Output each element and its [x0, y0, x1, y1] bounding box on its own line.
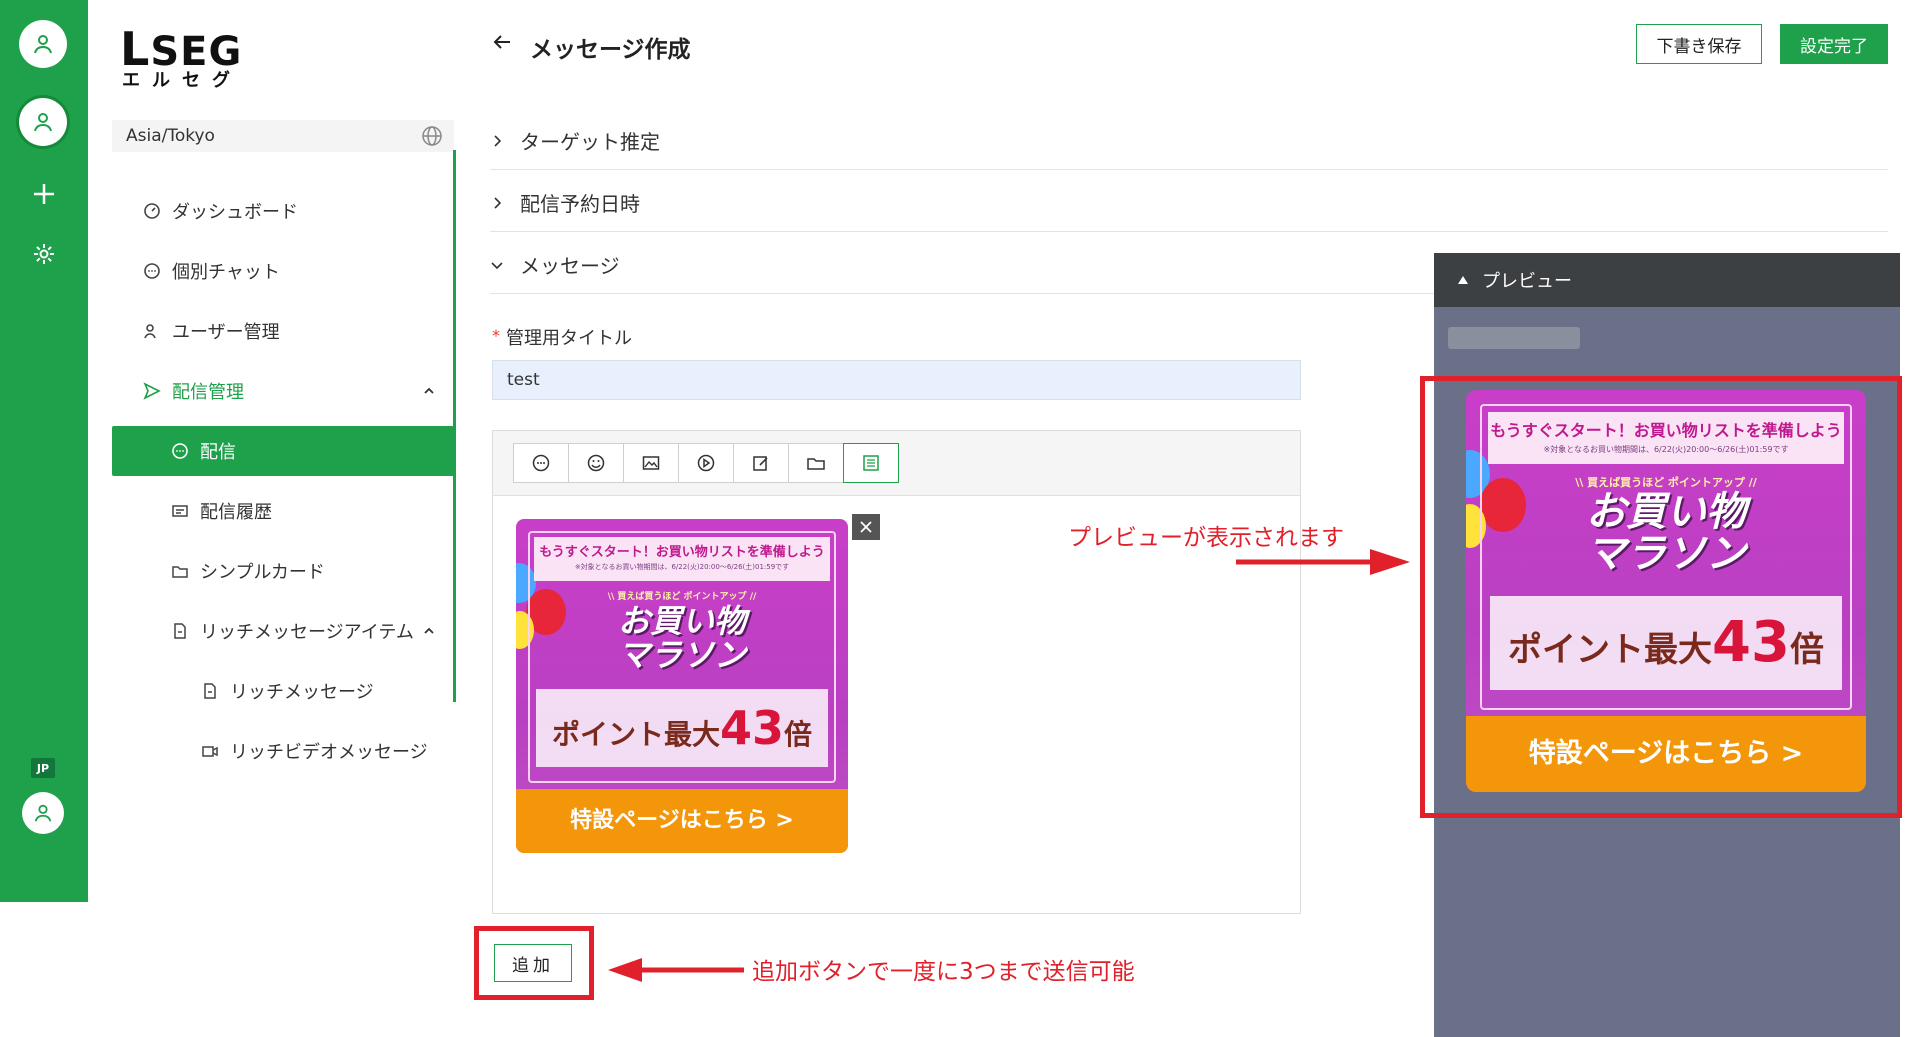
dashboard-icon	[142, 201, 162, 221]
document-icon	[200, 681, 220, 701]
send-icon	[142, 381, 162, 401]
image-icon	[642, 456, 660, 470]
sidebar-item-label: シンプルカード	[200, 562, 325, 583]
sidebar-item-label: リッチビデオメッセージ	[230, 742, 428, 763]
user-icon	[34, 35, 52, 54]
video-button[interactable]	[678, 443, 734, 483]
banner-title-line1: お買い物	[617, 602, 746, 640]
required-mark: *	[492, 326, 500, 345]
section-label: メッセージ	[520, 254, 620, 278]
sticker-button[interactable]	[568, 443, 624, 483]
arrow-left-icon	[608, 958, 744, 982]
chat-icon	[170, 441, 190, 461]
video-icon	[200, 741, 220, 761]
chevron-right-icon	[490, 196, 512, 210]
sidebar-item-rich-video-message[interactable]: リッチビデオメッセージ	[112, 726, 454, 776]
user-icon	[34, 804, 52, 822]
profile-avatar[interactable]	[22, 792, 64, 834]
sidebar-item-label: ユーザー管理	[172, 322, 280, 343]
banner-title-line2: マラソン	[617, 636, 746, 674]
plus-icon[interactable]	[30, 180, 58, 208]
language-badge[interactable]: JP	[31, 758, 55, 778]
sidebar-item-dashboard[interactable]: ダッシュボード	[112, 186, 454, 236]
section-label: 配信予約日時	[520, 192, 640, 216]
app-rail: JP	[0, 0, 88, 902]
sidebar-item-simple-card[interactable]: シンプルカード	[112, 546, 454, 596]
rich-message-banner[interactable]: もうすぐスタート！お買い物リストを準備しよう ※対象となるお買い物期間は、6/2…	[516, 519, 848, 853]
page-title: メッセージ作成	[530, 37, 691, 63]
sidebar-item-label: 配信履歴	[200, 502, 272, 523]
add-annotation-note: 追加ボタンで一度に3つまで送信可能	[752, 959, 1135, 985]
sticker-icon	[587, 454, 605, 472]
arrow-right-icon	[1236, 549, 1410, 575]
chevron-down-icon	[490, 258, 512, 272]
admin-title-label: 管理用タイトル	[506, 328, 632, 349]
sidebar-item-label: 配信管理	[172, 382, 244, 403]
section-target-estimate[interactable]: ターゲット推定	[490, 112, 1888, 170]
text-icon	[532, 454, 550, 472]
folder-button[interactable]	[788, 443, 844, 483]
document-icon	[170, 621, 190, 641]
sidebar-item-label: ダッシュボード	[172, 202, 298, 223]
richmessage-icon	[863, 455, 879, 471]
sidebar-item-rich-message[interactable]: リッチメッセージ	[112, 666, 454, 716]
rich-message-button[interactable]	[843, 443, 899, 483]
triangle-up-icon	[1458, 276, 1468, 284]
timezone-label: Asia/Tokyo	[126, 126, 215, 146]
chevron-up-icon[interactable]	[422, 622, 436, 643]
sidebar-item-label: リッチメッセージアイテム	[200, 622, 414, 643]
video-icon	[697, 454, 715, 472]
banner-sub: \\ 買えば買うほど ポイントアップ //	[607, 592, 757, 602]
back-arrow-icon[interactable]	[490, 30, 514, 58]
sidebar-item-rich-message-items[interactable]: リッチメッセージアイテム	[112, 606, 454, 656]
preview-placeholder-bar	[1448, 327, 1580, 349]
image-button[interactable]	[623, 443, 679, 483]
app-logo-subtitle: エルセグ	[122, 70, 242, 91]
folder-icon	[807, 458, 825, 470]
users-icon	[142, 321, 162, 341]
folder-icon	[170, 561, 190, 581]
banner-point-band: ポイント最大43倍	[536, 689, 828, 767]
editor-toolbar	[493, 431, 1300, 496]
sidebar-item-delivery[interactable]: 配信	[112, 426, 454, 476]
preview-highlight	[1420, 376, 1902, 818]
active-account-avatar[interactable]	[19, 98, 67, 146]
edit-icon	[753, 456, 768, 471]
sidebar-item-delivery-management[interactable]: 配信管理	[112, 366, 454, 416]
sidebar-item-chat[interactable]: 個別チャット	[112, 246, 454, 296]
section-label: ターゲット推定	[520, 130, 660, 154]
save-draft-button[interactable]: 下書き保存	[1636, 24, 1762, 64]
chevron-right-icon	[490, 134, 512, 148]
sidebar-item-users[interactable]: ユーザー管理	[112, 306, 454, 356]
text-message-button[interactable]	[513, 443, 569, 483]
account-avatar[interactable]	[19, 20, 67, 68]
chevron-up-icon[interactable]	[422, 382, 436, 403]
banner-cta[interactable]: 特設ページはこちら >	[516, 789, 848, 853]
history-icon	[170, 501, 190, 521]
admin-title-input[interactable]	[492, 360, 1301, 400]
chat-icon	[142, 261, 162, 281]
preview-title: プレビュー	[1482, 271, 1572, 292]
sidebar-item-label: 配信	[200, 442, 236, 463]
sidebar-item-delivery-history[interactable]: 配信履歴	[112, 486, 454, 536]
globe-icon[interactable]	[420, 124, 444, 153]
preview-header[interactable]: プレビュー	[1434, 253, 1900, 307]
gear-icon[interactable]	[30, 240, 58, 268]
sidebar-item-label: 個別チャット	[172, 262, 280, 283]
finish-settings-button[interactable]: 設定完了	[1780, 24, 1888, 64]
add-button[interactable]: 追加	[494, 944, 572, 982]
user-icon	[34, 113, 52, 132]
timezone-selector[interactable]: Asia/Tokyo	[112, 120, 454, 152]
close-icon[interactable]	[852, 514, 880, 540]
sidebar-item-label: リッチメッセージ	[230, 682, 374, 703]
section-schedule[interactable]: 配信予約日時	[490, 174, 1888, 232]
edit-button[interactable]	[733, 443, 789, 483]
banner-headline: もうすぐスタート！お買い物リストを準備しよう ※対象となるお買い物期間は、6/2…	[534, 537, 830, 581]
